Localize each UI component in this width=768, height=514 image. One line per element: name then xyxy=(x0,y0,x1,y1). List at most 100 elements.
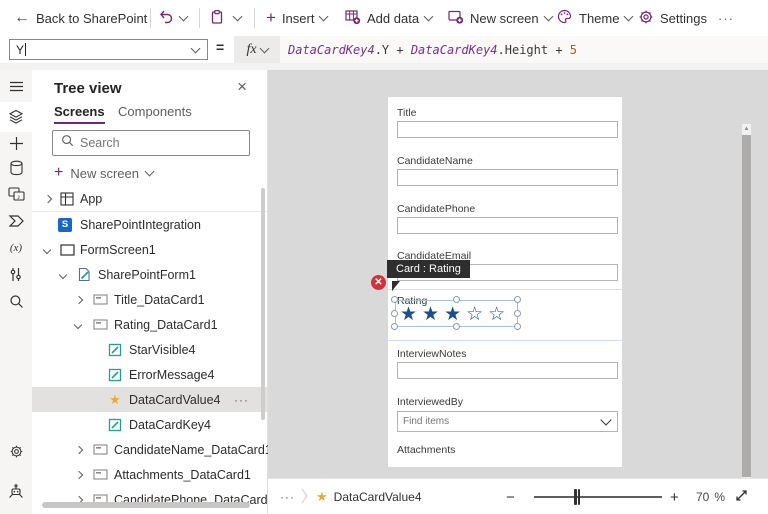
tree-item-sharepointform1[interactable]: SharePointForm1 xyxy=(32,262,267,287)
powerapps-studio: ← Back to SharePoint + Insert Add data N… xyxy=(0,0,768,514)
chevron-right-icon[interactable] xyxy=(74,445,84,454)
edit-control-icon xyxy=(107,417,123,433)
menu-hamburger-icon[interactable] xyxy=(0,73,32,99)
divider xyxy=(199,8,200,28)
tree-search-box[interactable] xyxy=(52,130,250,156)
fit-to-window-button[interactable] xyxy=(734,479,749,514)
add-data-label: Add data xyxy=(367,10,420,26)
datacard-icon xyxy=(92,467,108,483)
form-scrollbar-track[interactable]: ▲ xyxy=(742,124,751,494)
zoom-out-button[interactable]: − xyxy=(506,479,515,514)
theme-palette-icon xyxy=(556,8,573,28)
data-rail-icon[interactable] xyxy=(0,155,32,181)
search-rail-icon[interactable] xyxy=(0,288,32,314)
chevron-right-icon[interactable] xyxy=(43,194,53,203)
form-scrollbar-thumb[interactable] xyxy=(742,135,751,477)
minus-icon: − xyxy=(506,488,515,506)
theme-button[interactable]: Theme xyxy=(556,0,634,36)
search-input[interactable] xyxy=(80,136,230,150)
tree-item-attachments-datacard1[interactable]: Attachments_DataCard1 xyxy=(32,462,267,487)
formula-input[interactable]: DataCardKey4 .Y + DataCardKey4 .Height + 5 xyxy=(280,36,768,63)
tab-screens[interactable]: Screens xyxy=(54,104,105,124)
selection-handle[interactable] xyxy=(453,296,460,303)
status-more-button[interactable]: ··· xyxy=(280,479,295,514)
tree-item-datacardvalue4-selected[interactable]: ★ DataCardValue4 ··· xyxy=(32,387,267,412)
zoom-percentage[interactable]: 70 % xyxy=(696,479,725,514)
chevron-down-icon[interactable] xyxy=(58,270,68,279)
plus-icon: + xyxy=(670,488,679,506)
title-input[interactable] xyxy=(397,121,618,138)
tree-item-app[interactable]: App xyxy=(32,186,267,211)
candidatephone-input[interactable] xyxy=(397,217,618,234)
add-data-button[interactable]: Add data xyxy=(344,0,434,36)
paste-button[interactable] xyxy=(209,0,225,36)
row-more-icon[interactable]: ··· xyxy=(234,393,249,407)
tree-item-label: ErrorMessage4 xyxy=(129,367,215,382)
svg-text:♪: ♪ xyxy=(17,194,21,201)
new-screen-dropdown[interactable]: + New screen xyxy=(54,164,155,182)
tree-item-datacardkey4[interactable]: DataCardKey4 xyxy=(32,412,267,437)
advanced-tools-rail-icon[interactable] xyxy=(0,261,32,287)
tree-item-errormessage4[interactable]: ErrorMessage4 xyxy=(32,362,267,387)
virtual-agent-rail-icon[interactable] xyxy=(0,478,32,504)
tree-item-title-datacard1[interactable]: Title_DataCard1 xyxy=(32,287,267,312)
zoom-slider-track[interactable] xyxy=(534,496,662,498)
media-rail-icon[interactable]: ♪ xyxy=(0,181,32,207)
tree-item-candidatename-datacard1[interactable]: CandidateName_DataCard1 xyxy=(32,437,272,462)
power-automate-rail-icon[interactable] xyxy=(0,208,32,234)
tree-item-formscreen1[interactable]: FormScreen1 xyxy=(32,237,267,262)
tree-item-label: DataCardKey4 xyxy=(129,417,211,432)
tree-item-sharepointintegration[interactable]: S SharePointIntegration xyxy=(32,212,267,237)
candidatename-input[interactable] xyxy=(397,169,618,186)
tree-item-label: SharePointForm1 xyxy=(98,267,196,282)
find-items-input[interactable] xyxy=(398,416,578,427)
tree-view-rail-icon[interactable] xyxy=(0,102,32,132)
selection-handle[interactable] xyxy=(514,296,521,303)
interviewnotes-input[interactable] xyxy=(397,362,618,379)
zoom-slider-thumb[interactable] xyxy=(574,489,581,505)
tree-vertical-scrollbar[interactable] xyxy=(261,188,265,420)
status-selected-control[interactable]: ★ DataCardValue4 xyxy=(316,479,422,514)
undo-button[interactable] xyxy=(158,0,174,36)
chevron-down-icon xyxy=(624,11,634,22)
design-canvas[interactable]: Title CandidateName CandidatePhone Candi… xyxy=(268,70,768,494)
property-selector[interactable]: Y xyxy=(9,39,208,60)
paste-menu-chevron[interactable] xyxy=(232,0,243,36)
chevron-down-icon[interactable] xyxy=(42,245,52,254)
screen-icon xyxy=(59,242,75,258)
tree-item-label: FormScreen1 xyxy=(80,242,156,257)
more-commands-button[interactable]: ··· xyxy=(718,0,734,36)
variables-rail-icon[interactable]: (x) xyxy=(0,235,32,261)
rating-card-bottom-border xyxy=(388,340,622,341)
selection-handle[interactable] xyxy=(514,323,521,330)
back-button[interactable]: ← Back to SharePoint xyxy=(14,0,147,36)
error-badge-icon[interactable]: ✕ xyxy=(371,275,386,290)
undo-menu-chevron[interactable] xyxy=(178,0,189,36)
fx-dropdown[interactable]: fx xyxy=(234,36,280,63)
app-settings-rail-icon[interactable] xyxy=(0,438,32,464)
settings-button[interactable]: Settings xyxy=(638,0,707,36)
selection-handle[interactable] xyxy=(453,323,460,330)
selection-handle[interactable] xyxy=(391,310,398,317)
selection-handle[interactable] xyxy=(514,310,521,317)
chevron-right-icon[interactable] xyxy=(74,470,84,479)
new-screen-button[interactable]: New screen xyxy=(447,0,554,36)
datacard-icon xyxy=(92,292,108,308)
chevron-down-icon[interactable] xyxy=(73,320,83,329)
tab-components[interactable]: Components xyxy=(118,104,192,119)
insert-button[interactable]: + Insert xyxy=(266,0,329,36)
chevron-right-icon[interactable] xyxy=(74,295,84,304)
tree-horizontal-scrollbar[interactable] xyxy=(42,502,250,508)
property-value: Y xyxy=(16,42,25,57)
zoom-in-button[interactable]: + xyxy=(670,479,679,514)
tree-item-candidatephone-datacard1[interactable]: CandidatePhone_DataCard1 xyxy=(32,487,275,512)
selection-handle[interactable] xyxy=(391,296,398,303)
sharepoint-form-card[interactable]: Title CandidateName CandidatePhone Candi… xyxy=(388,97,751,494)
interviewedby-combobox[interactable] xyxy=(397,411,618,432)
close-icon[interactable]: × xyxy=(237,77,247,97)
selection-handle[interactable] xyxy=(391,323,398,330)
tree-item-starvisible4[interactable]: StarVisible4 xyxy=(32,337,267,362)
scroll-up-arrow-icon[interactable]: ▲ xyxy=(742,124,751,135)
tree-item-rating-datacard1[interactable]: Rating_DataCard1 xyxy=(32,312,267,337)
insert-rail-icon[interactable] xyxy=(0,130,32,156)
